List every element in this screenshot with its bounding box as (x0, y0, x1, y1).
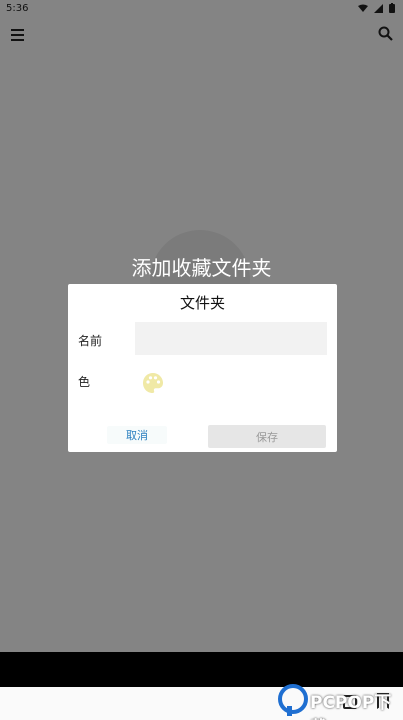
save-button[interactable]: 保存 (208, 425, 326, 448)
palette-icon[interactable] (142, 372, 164, 394)
color-label: 色 (78, 375, 91, 389)
watermark-text: PCPOP下载 (310, 693, 392, 720)
page-title: 添加收藏文件夹 (131, 256, 272, 280)
dialog-title: 文件夹 (179, 294, 225, 312)
navigation-bar (0, 652, 403, 687)
name-input[interactable] (135, 322, 327, 355)
folder-dialog: 文件夹 名前 色 取消 保存 (68, 284, 337, 452)
cancel-button[interactable]: 取消 (107, 426, 167, 444)
pcpop-logo (278, 684, 308, 716)
watermark: PCPOP下载 (278, 684, 403, 720)
name-label: 名前 (78, 334, 103, 348)
